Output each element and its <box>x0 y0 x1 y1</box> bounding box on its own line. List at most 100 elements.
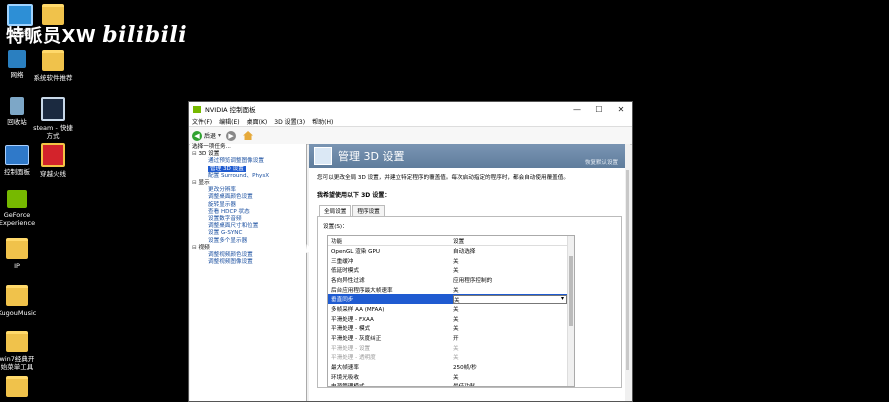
restore-defaults-link[interactable]: 恢复默认设置 <box>585 158 618 166</box>
scrollbar-thumb[interactable] <box>569 256 573 326</box>
setting-cell: 开 <box>453 336 459 343</box>
table-row[interactable]: 平滑处理 - 灰度纠正 开 <box>328 333 574 343</box>
page-title: 管理 3D 设置 <box>338 150 405 163</box>
menu-edit[interactable]: 编辑(E) <box>219 117 239 126</box>
tree-item-rotate[interactable]: 旋转显示器 <box>190 202 306 209</box>
tree-item-hdcp[interactable]: 查看 HDCP 状态 <box>190 209 306 216</box>
control-panel-icon <box>5 145 29 165</box>
feature-cell: 多帧采样 AA (MFAA) <box>331 306 385 313</box>
folder-icon <box>6 376 28 397</box>
close-icon[interactable]: ✕ <box>610 105 632 114</box>
desktop-icon-kugou[interactable]: KugouMusic <box>0 285 37 317</box>
bilibili-logo: bilibili <box>102 22 188 48</box>
grid-scrollbar[interactable] <box>567 236 574 386</box>
table-row[interactable]: 电源管理模式最佳功耗 <box>328 382 574 386</box>
table-row[interactable]: 最大帧速率 250帧/秒 <box>328 362 574 372</box>
desktop-icon-geforce[interactable]: GeForce Experience <box>0 190 37 227</box>
table-row[interactable]: 平滑处理 - 模式 关 <box>328 324 574 334</box>
desktop-icon-label: 系统软件推荐 <box>33 74 73 82</box>
table-row[interactable]: OpenGL 渲染 GPU 自动选择 <box>328 246 574 256</box>
forward-arrow-icon: ▶ <box>226 130 237 141</box>
menu-desktop[interactable]: 桌面(K) <box>247 117 268 126</box>
menu-help[interactable]: 帮助(H) <box>312 117 333 126</box>
scrollbar-thumb[interactable] <box>626 170 629 370</box>
tree-item-preview[interactable]: 通过预览调整图像设置 <box>190 158 306 165</box>
desktop-icon-label: IP <box>14 262 20 270</box>
setting-cell: 关 <box>453 345 459 352</box>
3d-settings-icon <box>314 147 332 165</box>
feature-cell: 平滑处理 - 透明度 <box>331 355 376 362</box>
tree-item-video-image[interactable]: 调整视频图像设置 <box>190 259 306 266</box>
desktop-icon-label: 穿越火线 <box>40 170 66 178</box>
feature-cell: 平滑处理 - 设置 <box>331 345 371 352</box>
menu-bar: 文件(F) 编辑(E) 桌面(K) 3D 设置(3) 帮助(H) <box>189 116 632 127</box>
desktop-icon-win7[interactable]: win7经典开 始菜单工具 <box>0 331 37 371</box>
back-label: 后退 <box>204 133 217 140</box>
feature-cell: 电源管理模式 <box>328 382 453 386</box>
feature-cell: 平滑处理 - 模式 <box>331 326 371 333</box>
table-row[interactable]: 低延时模式 关 <box>328 265 574 275</box>
table-row[interactable]: 垂直同步 关 <box>328 294 574 305</box>
desktop-icon-label: 此电脑 <box>10 29 30 37</box>
folder-icon <box>42 50 64 71</box>
setting-cell: 关 <box>453 287 459 294</box>
desktop-icon-network[interactable]: 网络 <box>0 50 37 79</box>
desktop-icon-recycle-bin[interactable]: 回收站 <box>0 97 37 126</box>
nvidia-control-panel-window: NVIDIA 控制面板 — ☐ ✕ 文件(F) 编辑(E) 桌面(K) 3D 设… <box>188 101 633 402</box>
desktop-icon-software[interactable]: 系统软件推荐 <box>33 50 73 82</box>
back-button[interactable]: ◀ 后退 ▾ <box>192 130 221 141</box>
table-row[interactable]: 平滑处理 - 透明度 关 <box>328 353 574 363</box>
menu-3d-settings[interactable]: 3D 设置(3) <box>274 117 305 126</box>
menu-file[interactable]: 文件(F) <box>192 117 212 126</box>
feature-cell: 三重缓冲 <box>331 258 354 265</box>
tree-item-surround[interactable]: 配置 Surround、PhysX <box>190 173 306 180</box>
table-row[interactable]: 平滑处理 - 设置 关 <box>328 343 574 353</box>
setting-dropdown[interactable]: 关 <box>453 294 567 304</box>
chevron-down-icon[interactable]: ▾ <box>218 132 221 139</box>
desktop-icon-label: 网络 <box>10 71 24 79</box>
table-row[interactable]: 多帧采样 AA (MFAA) 关 <box>328 304 574 314</box>
feature-cell: 后台应用程序最大帧速率 <box>331 287 393 294</box>
minimize-icon[interactable]: — <box>566 105 588 114</box>
desktop-icon-steam[interactable]: steam - 快捷 方式 <box>33 97 73 140</box>
desktop-icon-folder-bottom[interactable] <box>0 376 37 400</box>
table-row[interactable]: 各向异性过滤 应用程序控制的 <box>328 275 574 285</box>
tree-item-gsync[interactable]: 设置 G-SYNC <box>190 230 306 237</box>
steam-icon <box>41 97 65 121</box>
feature-cell: 垂直同步 <box>331 297 354 304</box>
content-scrollbar[interactable] <box>625 144 630 401</box>
setting-cell: 关 <box>453 316 459 323</box>
title-bar[interactable]: NVIDIA 控制面板 — ☐ ✕ <box>189 102 632 116</box>
tree-item-multi-display[interactable]: 设置多个显示器 <box>190 238 306 245</box>
desktop-icon-control-panel[interactable]: 控制面板 <box>0 145 37 176</box>
tab-panel: 设置(S)： 功能 设置 OpenGL 渲染 GPU 自动选择 三重缓冲关低延时模式… <box>317 216 622 388</box>
folder-icon <box>6 285 28 306</box>
setting-cell: 关 <box>453 268 459 275</box>
settings-label: 设置(S)： <box>323 224 348 230</box>
desktop-icon-label: 回收站 <box>7 118 27 126</box>
forward-button[interactable]: ▶ <box>226 130 238 141</box>
tree-category-video[interactable]: 视频 <box>190 245 306 252</box>
column-setting: 设置 <box>453 238 465 245</box>
page-header: 管理 3D 设置 恢复默认设置 <box>309 144 630 168</box>
column-feature: 功能 <box>331 238 343 245</box>
desktop-icon-folder[interactable] <box>33 4 73 28</box>
desktop-icon-game[interactable]: 穿越火线 <box>33 143 73 178</box>
toolbar: ◀ 后退 ▾ ▶ <box>189 127 632 145</box>
tab-program[interactable]: 程序设置 <box>352 205 385 216</box>
tree-item-manage-3d[interactable]: 管理 3D 设置 <box>190 165 306 173</box>
desktop-icon-ip[interactable]: IP <box>0 238 37 270</box>
folder-icon <box>6 331 28 352</box>
feature-cell: 环境光吸收 <box>331 374 359 381</box>
setting-cell: 关 <box>453 258 459 265</box>
tree-item-color[interactable]: 调整桌面颜色设置 <box>190 194 306 201</box>
table-row[interactable]: 后台应用程序最大帧速率 关 <box>328 285 574 295</box>
home-button[interactable] <box>243 131 254 140</box>
task-tree: 选择一项任务... 3D 设置 通过预览调整图像设置 管理 3D 设置 配置 S… <box>190 144 307 401</box>
table-row[interactable]: 三重缓冲 关 <box>328 256 574 266</box>
section-heading: 我希望使用以下 3D 设置： <box>317 192 391 199</box>
tab-global[interactable]: 全局设置 <box>319 205 352 216</box>
maximize-icon[interactable]: ☐ <box>588 105 610 114</box>
table-row[interactable]: 环境光吸收 关 <box>328 372 574 382</box>
table-row[interactable]: 平滑处理 - FXAA 关 <box>328 314 574 324</box>
